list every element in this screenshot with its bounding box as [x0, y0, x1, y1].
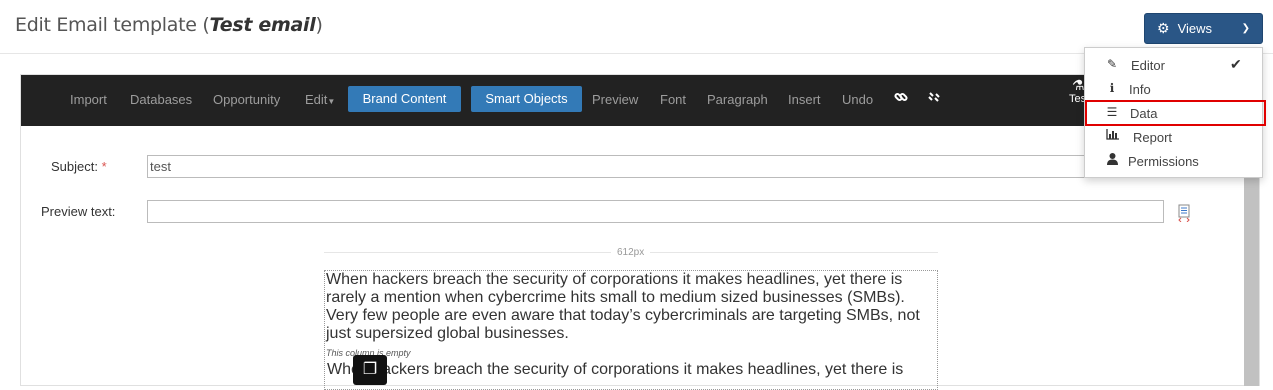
- views-button[interactable]: ⚙ Views ❯: [1144, 13, 1263, 44]
- subject-input[interactable]: [147, 155, 1164, 178]
- width-label: 612px: [611, 247, 651, 258]
- menu-item-label: Info: [1129, 82, 1151, 97]
- title-suffix: ): [315, 14, 323, 36]
- email-content-block[interactable]: When hackers breach the security of corp…: [324, 270, 938, 390]
- gears-icon: ⚙: [1157, 20, 1170, 36]
- toolbar-databases[interactable]: Databases: [130, 92, 192, 107]
- toolbar-insert[interactable]: Insert: [788, 92, 821, 107]
- toolbar-paragraph[interactable]: Paragraph: [707, 92, 768, 107]
- brand-content-button[interactable]: Brand Content: [348, 86, 461, 112]
- toolbar-font[interactable]: Font: [660, 92, 686, 107]
- unlink-icon[interactable]: [927, 90, 941, 107]
- chevron-down-icon: ❯: [1241, 23, 1250, 34]
- preview-text-input[interactable]: [147, 200, 1164, 223]
- code-file-icon[interactable]: [1177, 204, 1191, 222]
- title-prefix: Edit Email template (: [15, 14, 210, 36]
- toolbar-opportunity[interactable]: Opportunity: [213, 92, 280, 107]
- toolbar-undo[interactable]: Undo: [842, 92, 873, 107]
- subject-label-text: Subject:: [51, 159, 98, 174]
- menu-item-report[interactable]: Report: [1085, 125, 1262, 149]
- paragraph-text[interactable]: When hackers breach the security of corp…: [325, 271, 937, 343]
- paragraph-text-2[interactable]: When hackers breach the security of corp…: [326, 361, 904, 379]
- user-icon: [1104, 153, 1120, 168]
- smart-objects-button[interactable]: Smart Objects: [471, 86, 582, 112]
- page-title: Edit Email template (Test email): [15, 14, 323, 36]
- menu-item-label: Editor: [1131, 58, 1165, 73]
- caret-down-icon: ▼: [327, 97, 336, 106]
- menu-item-permissions[interactable]: Permissions: [1085, 149, 1262, 173]
- toolbar-import[interactable]: Import: [70, 92, 107, 107]
- menu-item-editor[interactable]: ✎ Editor ✔: [1085, 53, 1262, 77]
- views-label: Views: [1177, 21, 1213, 36]
- bar-chart-icon: [1104, 129, 1120, 143]
- views-dropdown-menu: ✎ Editor ✔ ℹ Info ☰ Data Report Permissi…: [1084, 47, 1266, 178]
- toolbar-edit[interactable]: Edit▼: [305, 92, 335, 107]
- subject-label: Subject: *: [51, 159, 107, 174]
- info-icon: ℹ: [1109, 81, 1115, 95]
- required-marker: *: [101, 159, 107, 174]
- toolbar-edit-label: Edit: [305, 92, 328, 107]
- menu-item-label: Report: [1133, 130, 1173, 145]
- toolbar-preview[interactable]: Preview: [592, 92, 638, 107]
- flask-icon: ⚗: [1072, 77, 1085, 93]
- page-header: Edit Email template (Test email) ⚙ Views…: [0, 0, 1273, 54]
- check-icon: ✔: [1230, 56, 1242, 72]
- copy-icon[interactable]: ❐: [353, 355, 387, 385]
- preview-text-label: Preview text:: [41, 204, 116, 219]
- editor-toolbar: Import Databases Opportunity Edit▼ Brand…: [21, 75, 1259, 126]
- menu-item-label: Permissions: [1128, 154, 1199, 169]
- selection-highlight: [1085, 100, 1266, 126]
- template-name: Test email: [209, 14, 316, 36]
- edit-icon: ✎: [1106, 57, 1118, 71]
- link-icon[interactable]: [894, 90, 908, 107]
- menu-item-info[interactable]: ℹ Info: [1085, 77, 1262, 101]
